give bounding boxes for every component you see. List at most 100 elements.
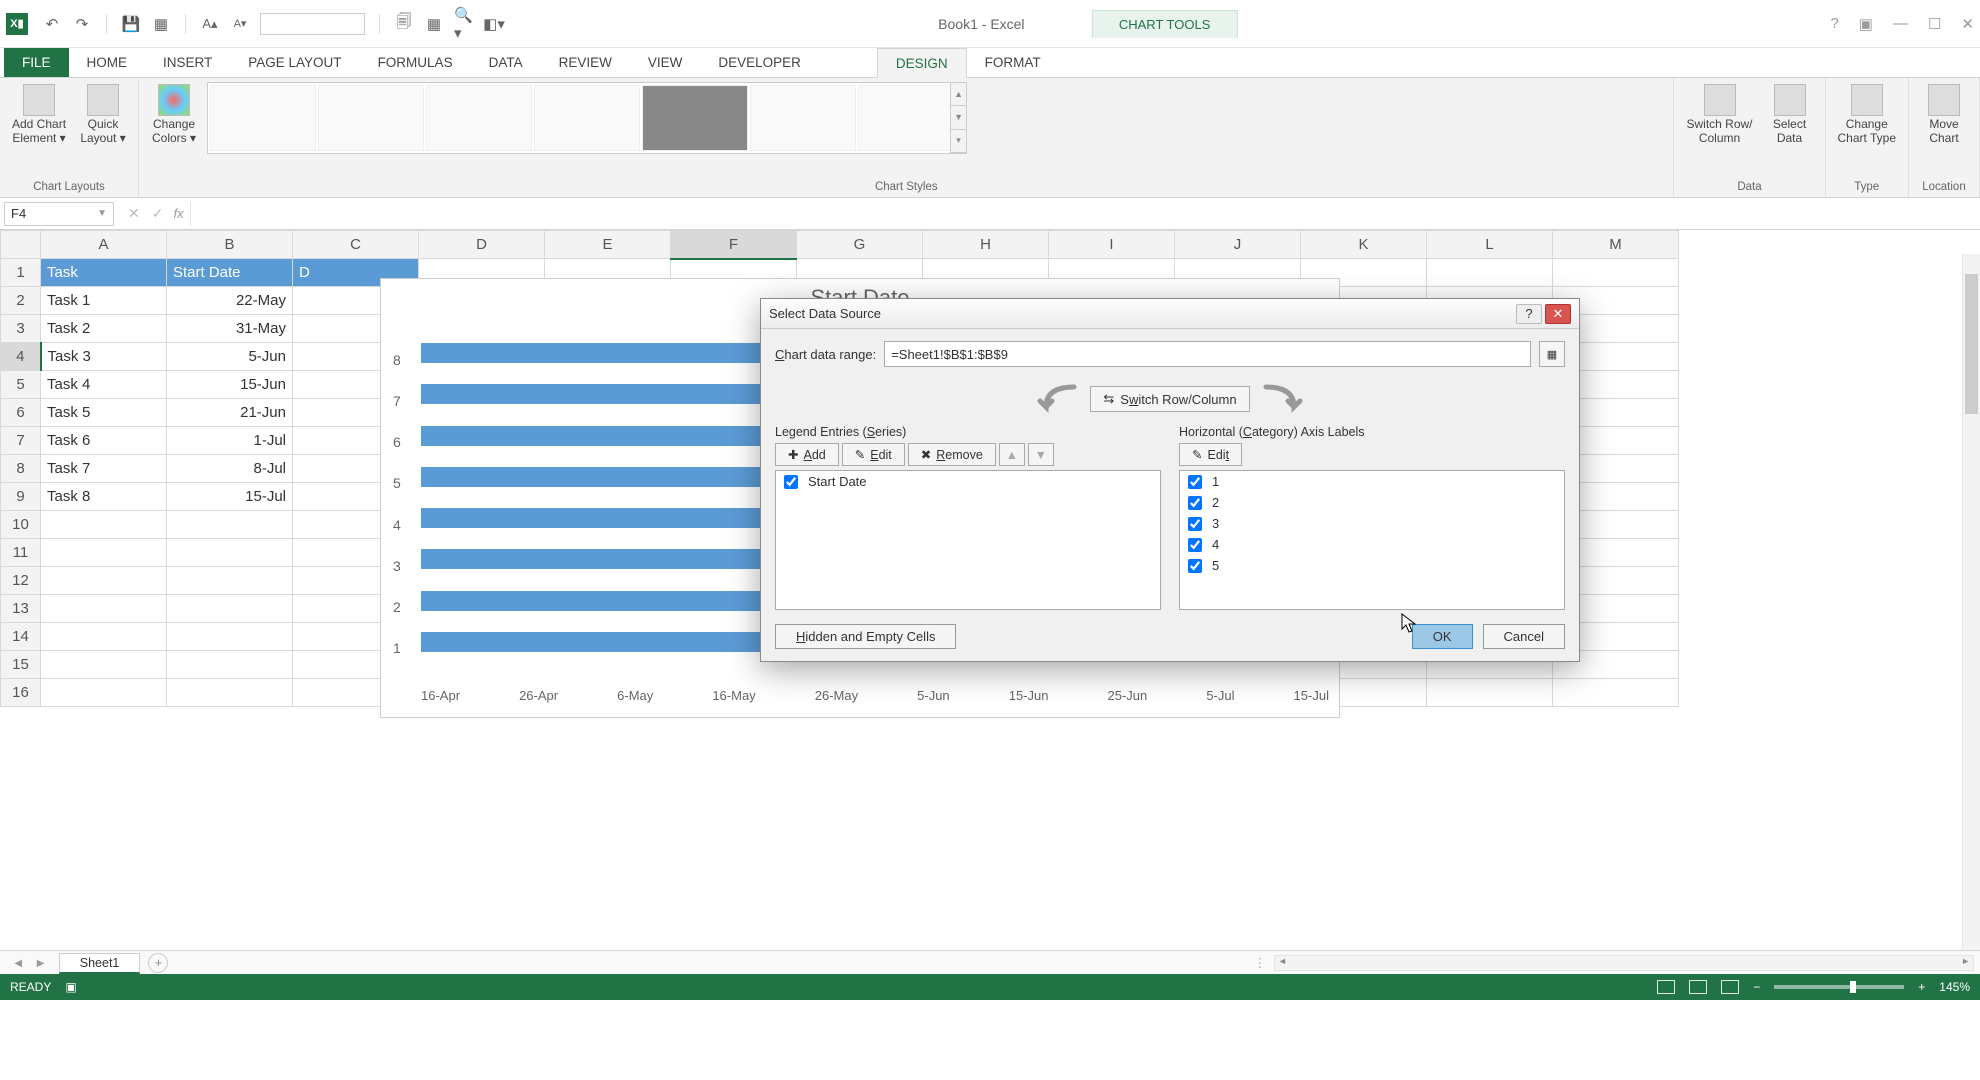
redo-button[interactable]: ↷ xyxy=(72,14,92,34)
axis-label-item[interactable]: 4 xyxy=(1180,534,1564,555)
save-button[interactable]: 💾 xyxy=(121,14,141,34)
cell-A6[interactable]: Task 5 xyxy=(41,399,167,427)
cell-B5[interactable]: 15-Jun xyxy=(167,371,293,399)
dialog-close-button[interactable]: ✕ xyxy=(1545,304,1571,324)
font-shrink-button[interactable]: A▾ xyxy=(230,14,250,34)
view-page-layout-button[interactable] xyxy=(1689,980,1707,994)
tab-formulas[interactable]: FORMULAS xyxy=(360,48,471,77)
column-header-F[interactable]: F xyxy=(671,231,797,259)
hidden-empty-cells-button[interactable]: Hidden and Empty Cells xyxy=(775,624,956,649)
cell-B8[interactable]: 8-Jul xyxy=(167,455,293,483)
undo-button[interactable]: ↶ xyxy=(42,14,62,34)
move-down-button[interactable]: ▼ xyxy=(1028,443,1054,466)
row-header-11[interactable]: 11 xyxy=(1,539,41,567)
remove-series-button[interactable]: ✖Remove xyxy=(908,443,996,466)
formula-input[interactable] xyxy=(190,202,1980,226)
cell-L16[interactable] xyxy=(1427,679,1553,707)
switch-row-column-button[interactable]: ⇆Switch Row/Column xyxy=(1090,386,1249,412)
zoom-out-button[interactable]: − xyxy=(1753,980,1760,994)
tab-file[interactable]: FILE xyxy=(4,48,69,77)
row-header-13[interactable]: 13 xyxy=(1,595,41,623)
sheet-tab-sheet1[interactable]: Sheet1 xyxy=(59,953,141,974)
cell-B14[interactable] xyxy=(167,623,293,651)
cell-A16[interactable] xyxy=(41,679,167,707)
tab-developer[interactable]: DEVELOPER xyxy=(700,48,819,77)
column-header-D[interactable]: D xyxy=(419,231,545,259)
axis-labels-list[interactable]: 12345 xyxy=(1179,470,1565,610)
chart-styles-gallery[interactable]: ▲▼▾ xyxy=(207,82,967,154)
column-header-K[interactable]: K xyxy=(1301,231,1427,259)
tab-format[interactable]: FORMAT xyxy=(967,48,1059,77)
tab-insert[interactable]: INSERT xyxy=(145,48,230,77)
sheet-nav-next[interactable]: ► xyxy=(34,956,46,970)
tab-design[interactable]: DESIGN xyxy=(877,48,967,78)
axis-label-item[interactable]: 1 xyxy=(1180,471,1564,492)
cell-B9[interactable]: 15-Jul xyxy=(167,483,293,511)
chart-data-range-input[interactable]: =Sheet1!$B$1:$B$9 xyxy=(884,341,1531,367)
cell-A12[interactable] xyxy=(41,567,167,595)
cell-A3[interactable]: Task 2 xyxy=(41,315,167,343)
dialog-titlebar[interactable]: Select Data Source ? ✕ xyxy=(761,299,1579,329)
cell-A15[interactable] xyxy=(41,651,167,679)
cell-M16[interactable] xyxy=(1553,679,1679,707)
column-header-I[interactable]: I xyxy=(1049,231,1175,259)
move-up-button[interactable]: ▲ xyxy=(999,443,1025,466)
row-header-15[interactable]: 15 xyxy=(1,651,41,679)
quick-layout-button[interactable]: Quick Layout ▾ xyxy=(76,82,130,148)
cell-A2[interactable]: Task 1 xyxy=(41,287,167,315)
row-header-14[interactable]: 14 xyxy=(1,623,41,651)
cell-L1[interactable] xyxy=(1427,259,1553,287)
cell-A1[interactable]: Task xyxy=(41,259,167,287)
fx-icon[interactable]: fx xyxy=(173,206,183,221)
close-button[interactable]: ✕ xyxy=(1961,15,1974,33)
view-normal-button[interactable] xyxy=(1657,980,1675,994)
change-colors-button[interactable]: Change Colors ▾ xyxy=(147,82,201,148)
minimize-button[interactable]: — xyxy=(1893,15,1908,33)
ok-button[interactable]: OK xyxy=(1412,624,1473,649)
row-header-16[interactable]: 16 xyxy=(1,679,41,707)
cancel-button[interactable]: Cancel xyxy=(1483,624,1565,649)
column-header-A[interactable]: A xyxy=(41,231,167,259)
cell-B1[interactable]: Start Date xyxy=(167,259,293,287)
row-header-8[interactable]: 8 xyxy=(1,455,41,483)
axis-label-checkbox[interactable] xyxy=(1188,496,1202,510)
cell-B4[interactable]: 5-Jun xyxy=(167,343,293,371)
column-header-C[interactable]: C xyxy=(293,231,419,259)
axis-label-checkbox[interactable] xyxy=(1188,538,1202,552)
row-header-7[interactable]: 7 xyxy=(1,427,41,455)
qat-button-3[interactable]: ◧▾ xyxy=(484,14,504,34)
axis-label-checkbox[interactable] xyxy=(1188,517,1202,531)
cell-B7[interactable]: 1-Jul xyxy=(167,427,293,455)
cell-B13[interactable] xyxy=(167,595,293,623)
macro-record-icon[interactable]: ▣ xyxy=(65,980,76,994)
switch-row-column-button[interactable]: Switch Row/ Column xyxy=(1682,82,1756,148)
zoom-slider[interactable] xyxy=(1774,985,1904,989)
help-button[interactable]: ? xyxy=(1830,15,1838,33)
add-chart-element-button[interactable]: Add Chart Element ▾ xyxy=(8,82,70,148)
column-header-M[interactable]: M xyxy=(1553,231,1679,259)
tab-data[interactable]: DATA xyxy=(471,48,541,77)
axis-label-checkbox[interactable] xyxy=(1188,475,1202,489)
cell-B3[interactable]: 31-May xyxy=(167,315,293,343)
cell-M1[interactable] xyxy=(1553,259,1679,287)
edit-axis-labels-button[interactable]: ✎Edit xyxy=(1179,443,1242,466)
font-selector[interactable] xyxy=(260,13,365,35)
series-list[interactable]: Start Date xyxy=(775,470,1161,610)
qat-button-2[interactable]: ▦ xyxy=(424,14,444,34)
enter-formula-button[interactable]: ✓ xyxy=(152,205,164,222)
new-button[interactable]: ▦ xyxy=(151,14,171,34)
add-series-button[interactable]: ✚Add xyxy=(775,443,839,466)
row-header-3[interactable]: 3 xyxy=(1,315,41,343)
move-chart-button[interactable]: Move Chart xyxy=(1917,82,1971,148)
vertical-scrollbar[interactable] xyxy=(1962,254,1980,950)
maximize-button[interactable]: ☐ xyxy=(1928,15,1941,33)
cell-A11[interactable] xyxy=(41,539,167,567)
cell-A8[interactable]: Task 7 xyxy=(41,455,167,483)
tab-review[interactable]: REVIEW xyxy=(541,48,630,77)
axis-label-item[interactable]: 2 xyxy=(1180,492,1564,513)
row-header-5[interactable]: 5 xyxy=(1,371,41,399)
print-preview-button[interactable]: 🔍▾ xyxy=(454,14,474,34)
column-header-H[interactable]: H xyxy=(923,231,1049,259)
ribbon-options-button[interactable]: ▣ xyxy=(1859,15,1873,33)
change-chart-type-button[interactable]: Change Chart Type xyxy=(1834,82,1900,148)
